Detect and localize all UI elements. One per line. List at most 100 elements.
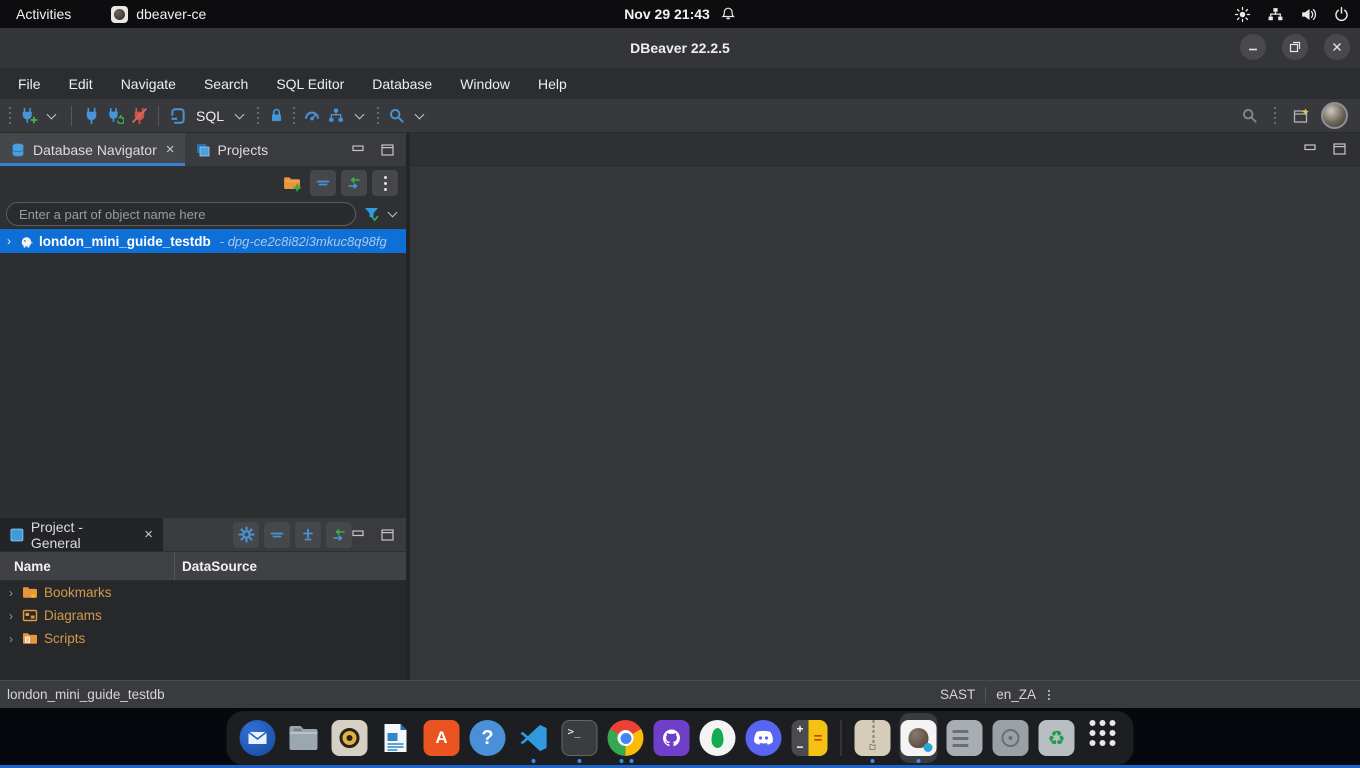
menu-window[interactable]: Window (460, 76, 510, 92)
menu-search[interactable]: Search (204, 76, 248, 92)
dashboard-button[interactable] (300, 103, 324, 129)
object-filter-input[interactable] (6, 202, 356, 226)
tab-project-general[interactable]: Project - General × (0, 518, 163, 551)
project-row-bookmarks[interactable]: › Bookmarks (0, 581, 406, 604)
dock-separator (841, 720, 842, 756)
dock-icon-github-desktop[interactable] (653, 713, 691, 763)
dock-icon-dbeaver[interactable] (900, 713, 938, 763)
dock-icon-rhythmbox[interactable] (331, 713, 369, 763)
toolbar-grip[interactable] (377, 107, 379, 124)
clock-label: Nov 29 21:43 (624, 6, 710, 22)
network-topology-button[interactable] (324, 103, 348, 129)
dock-icon-libreoffice-writer[interactable] (377, 713, 415, 763)
menu-file[interactable]: File (18, 76, 41, 92)
calc-plus-glyph: + (796, 722, 803, 736)
dock-icon-ubuntu-software[interactable]: A (423, 713, 461, 763)
link-with-editor-button[interactable] (341, 170, 367, 196)
menu-help[interactable]: Help (538, 76, 567, 92)
menu-edit[interactable]: Edit (69, 76, 93, 92)
toolbar-grip[interactable] (293, 107, 295, 124)
column-header-name[interactable]: Name (0, 552, 175, 580)
tab-label: Projects (218, 142, 269, 158)
filter-funnel-icon[interactable] (362, 205, 381, 223)
bookmarks-folder-icon (22, 585, 38, 600)
new-folder-button[interactable] (279, 170, 305, 196)
collapse-all-button[interactable] (264, 522, 290, 548)
network-dropdown[interactable] (348, 103, 372, 129)
toolbar-grip[interactable] (9, 107, 11, 124)
activities-button[interactable]: Activities (10, 6, 77, 22)
tab-close-icon[interactable]: × (166, 141, 175, 158)
dock-icon-mongodb-compass[interactable] (699, 713, 737, 763)
column-header-datasource[interactable]: DataSource (175, 559, 257, 574)
dock-icon-trash[interactable]: ♻ (1038, 713, 1076, 763)
panel-minimize-icon[interactable] (1304, 143, 1317, 155)
collapse-all-button[interactable] (310, 170, 336, 196)
quick-search-icon[interactable] (1237, 103, 1261, 129)
dock-icon-help[interactable]: ? (469, 713, 507, 763)
navigator-filter-row (0, 200, 406, 228)
security-lock-button[interactable] (264, 103, 288, 129)
panel-maximize-icon[interactable] (381, 144, 394, 156)
reconnect-button[interactable] (103, 103, 127, 129)
tab-close-icon[interactable]: × (144, 526, 153, 543)
new-connection-dropdown[interactable] (40, 103, 64, 129)
open-perspective-button[interactable] (1289, 103, 1313, 129)
view-menu-button[interactable] (372, 170, 398, 196)
search-button[interactable] (384, 103, 408, 129)
dbeaver-perspective-avatar[interactable] (1321, 102, 1348, 129)
dock-icon-app-grid[interactable] (1084, 713, 1122, 763)
clock-button[interactable]: Nov 29 21:43 (624, 6, 736, 22)
dock-icon-terminal[interactable]: >_ (561, 713, 599, 763)
expand-all-button[interactable] (295, 522, 321, 548)
panel-maximize-icon[interactable] (381, 529, 394, 541)
dock-icon-thunderbird[interactable] (239, 713, 277, 763)
panel-minimize-icon[interactable] (352, 529, 365, 541)
expand-chevron-icon[interactable]: › (6, 586, 16, 600)
dock-icon-dconf-editor[interactable] (946, 713, 984, 763)
panel-minimize-icon[interactable] (352, 144, 365, 156)
dock-icon-files[interactable] (285, 713, 323, 763)
restore-button[interactable] (1282, 34, 1308, 60)
dock-icon-calculator[interactable]: + − = (791, 713, 829, 763)
tree-row-connection[interactable]: › london_mini_guide_testdb - dpg-ce2c8i8… (0, 229, 406, 253)
expand-chevron-icon[interactable]: › (6, 632, 16, 646)
close-button[interactable] (1324, 34, 1350, 60)
notification-bell-icon (720, 6, 736, 22)
dock-icon-chrome[interactable] (607, 713, 645, 763)
status-menu-dots[interactable] (1048, 690, 1050, 700)
dock-icon-archive-manager[interactable] (854, 713, 892, 763)
tab-projects[interactable]: Projects (185, 133, 279, 166)
minimize-button[interactable] (1240, 34, 1266, 60)
sql-editor-selector[interactable]: SQL (196, 108, 224, 124)
search-dropdown[interactable] (408, 103, 432, 129)
dock-icon-discord[interactable] (745, 713, 783, 763)
dock-icon-disk-utility[interactable] (992, 713, 1030, 763)
disconnect-button[interactable] (127, 103, 151, 129)
link-with-editor-button[interactable] (326, 522, 352, 548)
running-indicator (871, 759, 875, 763)
status-timezone[interactable]: SAST (940, 687, 975, 702)
project-settings-button[interactable] (233, 522, 259, 548)
menu-navigate[interactable]: Navigate (121, 76, 176, 92)
project-row-scripts[interactable]: › Scripts (0, 627, 406, 650)
open-sql-script-button[interactable] (166, 103, 190, 129)
menu-database[interactable]: Database (372, 76, 432, 92)
dock-icon-vscode[interactable] (515, 713, 553, 763)
system-indicators[interactable] (1234, 6, 1350, 23)
screen: Activities dbeaver-ce Nov 29 21:43 (0, 0, 1360, 768)
panel-maximize-icon[interactable] (1333, 143, 1346, 155)
app-indicator[interactable]: dbeaver-ce (111, 6, 206, 23)
expand-chevron-icon[interactable]: › (6, 609, 16, 623)
sql-editor-dropdown[interactable] (228, 103, 252, 129)
connect-button[interactable] (79, 103, 103, 129)
new-connection-button[interactable] (16, 103, 40, 129)
toolbar-grip[interactable] (1274, 107, 1276, 124)
filter-dropdown-icon[interactable] (388, 208, 398, 218)
menu-sql-editor[interactable]: SQL Editor (276, 76, 344, 92)
project-row-diagrams[interactable]: › Diagrams (0, 604, 406, 627)
status-locale[interactable]: en_ZA (996, 687, 1036, 702)
toolbar-grip[interactable] (257, 107, 259, 124)
tab-database-navigator[interactable]: Database Navigator × (0, 133, 185, 166)
expand-chevron-icon[interactable]: › (4, 234, 14, 248)
